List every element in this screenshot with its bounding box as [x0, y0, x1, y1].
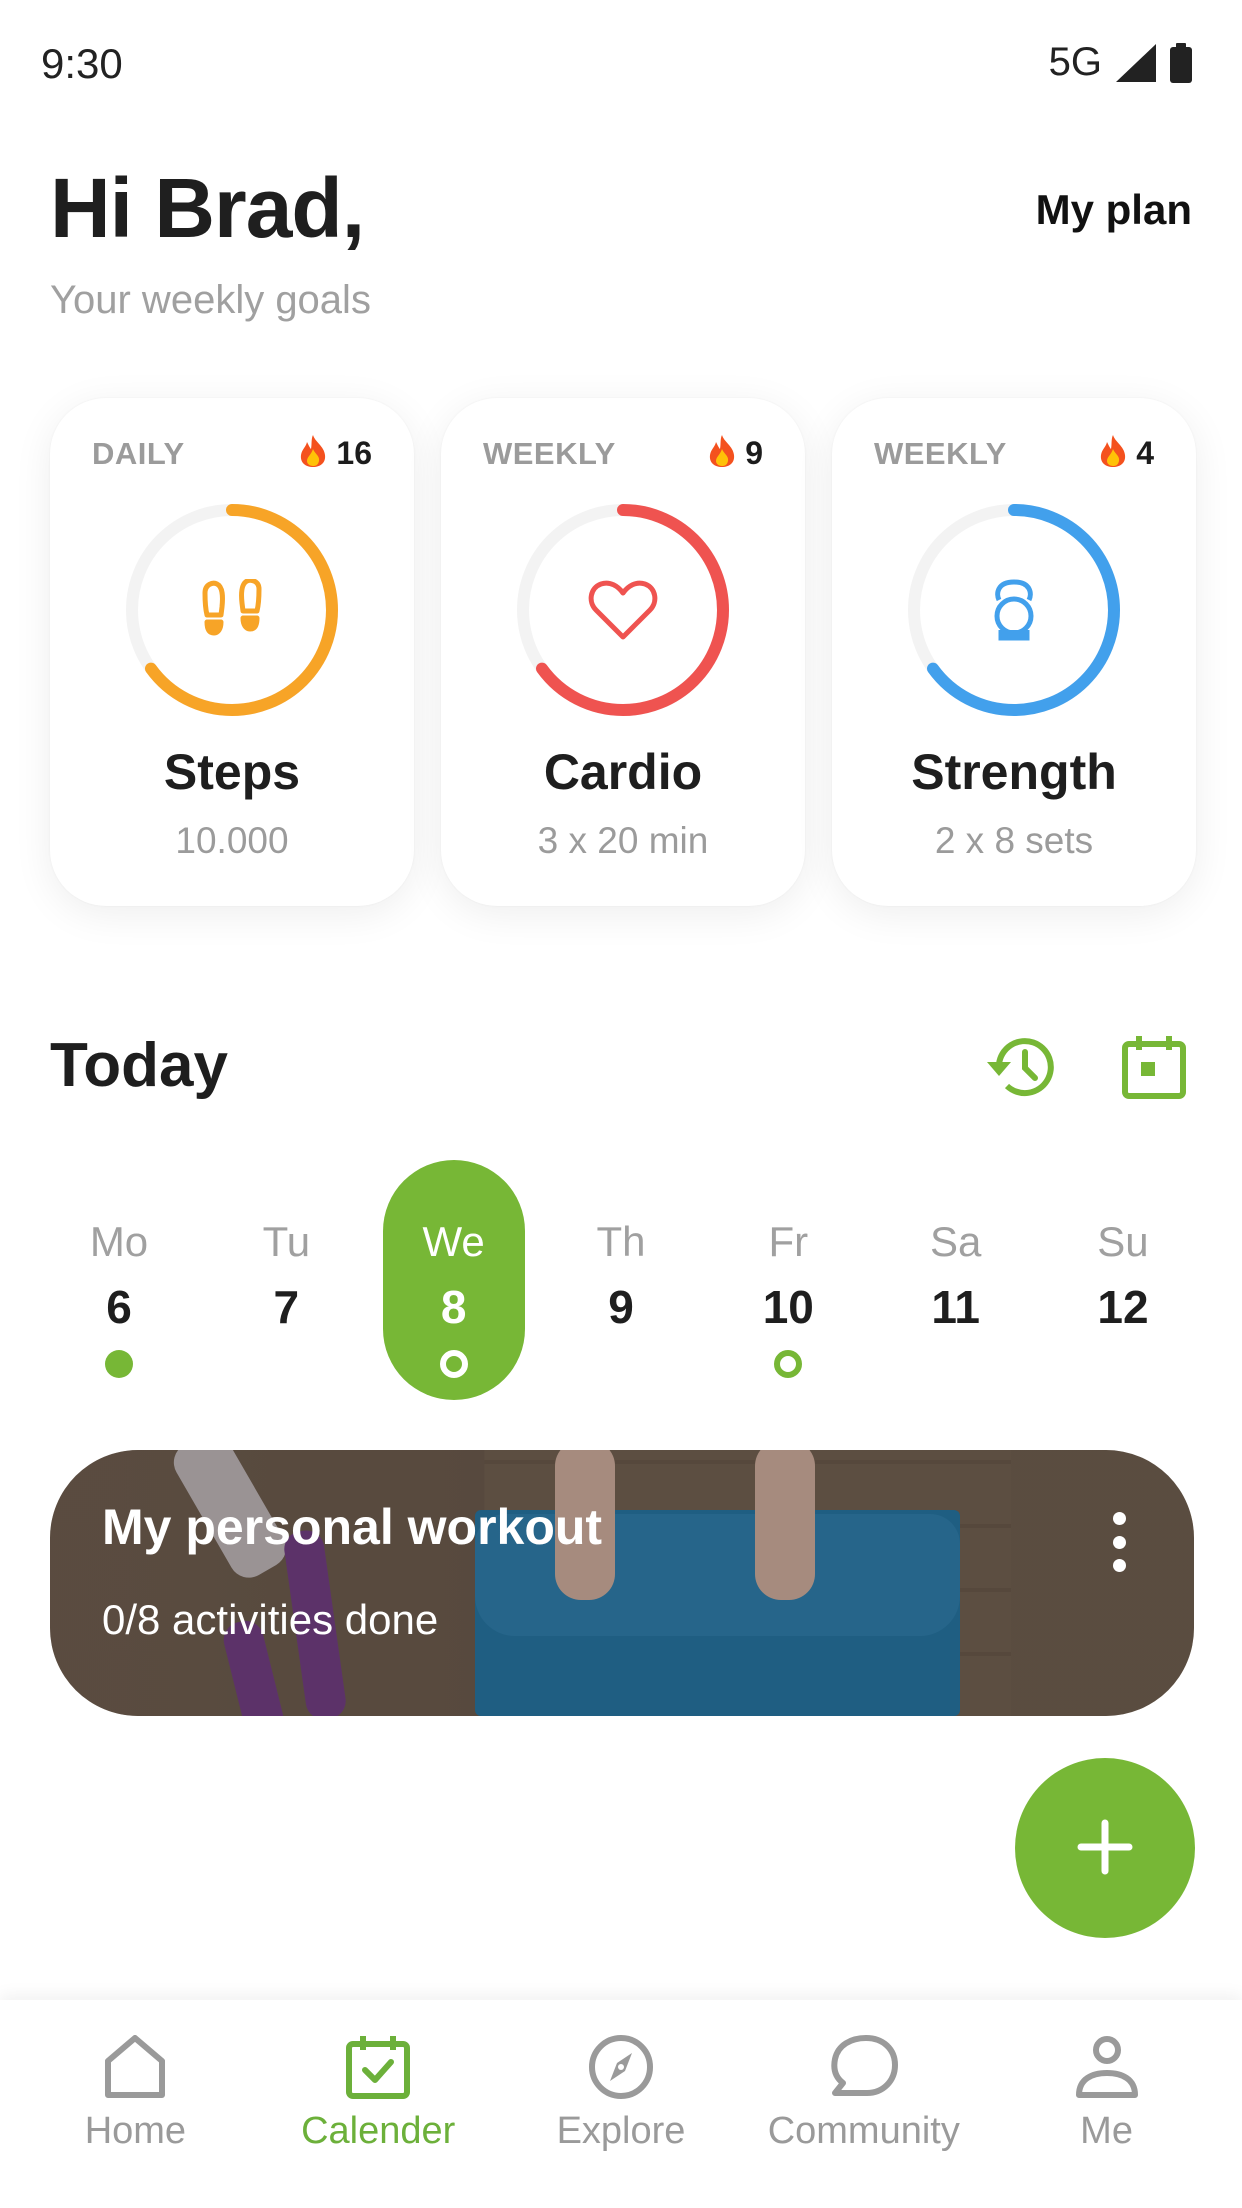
workout-card[interactable]: My personal workout 0/8 activities done: [50, 1450, 1194, 1716]
person-icon: [1069, 2032, 1145, 2102]
nav-label: Me: [1080, 2110, 1133, 2152]
goal-period: WEEKLY: [483, 436, 616, 471]
day-name: Fr: [768, 1218, 809, 1265]
day-mo[interactable]: Mo 6: [48, 1160, 190, 1400]
day-number: 6: [106, 1281, 132, 1333]
nav-label: Explore: [556, 2110, 686, 2152]
goal-card-steps[interactable]: DAILY 16 Steps 10.000: [50, 398, 414, 906]
status-indicators: 5G: [1049, 40, 1192, 85]
activity-done-dot: [105, 1350, 133, 1378]
plus-icon: [1077, 1819, 1133, 1878]
day-name: Sa: [929, 1218, 982, 1265]
history-button[interactable]: [982, 1030, 1058, 1106]
home-icon: [97, 2032, 173, 2102]
status-time: 9:30: [41, 40, 123, 87]
today-actions: [982, 1030, 1192, 1106]
day-su[interactable]: Su 12: [1052, 1160, 1194, 1400]
goal-target: 3 x 20 min: [537, 820, 709, 861]
chat-bubble-icon: [826, 2032, 902, 2102]
goal-name: Steps: [163, 744, 301, 800]
day-number: 7: [273, 1281, 300, 1333]
greeting-subtitle: Your weekly goals: [50, 278, 371, 322]
image-overlay: [50, 1450, 1194, 1716]
day-name: Tu: [262, 1218, 311, 1265]
day-number: 10: [762, 1281, 814, 1333]
heart-icon: [573, 560, 673, 660]
day-we-selected[interactable]: We 8: [382, 1160, 525, 1400]
streak-count: 4: [1136, 435, 1154, 471]
activity-planned-dot: [774, 1350, 803, 1378]
kettlebell-icon: [964, 560, 1064, 660]
more-options-button[interactable]: [1104, 1512, 1134, 1572]
goal-card-strength[interactable]: WEEKLY 4 Strength 2 x 8 sets: [832, 398, 1196, 906]
goal-name: Strength: [911, 744, 1117, 800]
greeting-title: Hi Brad,: [50, 161, 365, 255]
workout-title: My personal workout: [102, 1499, 603, 1555]
calendar-icon: [1121, 1034, 1187, 1103]
day-name: Mo: [89, 1218, 149, 1265]
goal-target: 2 x 8 sets: [934, 820, 1094, 861]
streak-count: 9: [745, 435, 763, 471]
week-strip: Mo 6 Tu 7 We 8 Th 9 Fr 10 Sa 11 Su 12: [48, 1160, 1194, 1400]
day-number: 8: [440, 1281, 467, 1333]
activity-planned-dot: [439, 1350, 468, 1378]
history-icon: [983, 1034, 1057, 1103]
day-name: Th: [596, 1218, 646, 1265]
fire-icon: [298, 434, 328, 473]
streak-count: 16: [336, 435, 372, 471]
day-th[interactable]: Th 9: [550, 1160, 692, 1400]
nav-calender[interactable]: Calender: [268, 2000, 488, 2208]
day-name: Su: [1097, 1218, 1149, 1265]
day-sa[interactable]: Sa 11: [885, 1160, 1027, 1400]
nav-community[interactable]: Community: [754, 2000, 974, 2208]
calendar-button[interactable]: [1116, 1030, 1192, 1106]
day-number: 12: [1097, 1281, 1149, 1333]
goal-streak: 9: [707, 434, 763, 473]
day-number: 9: [608, 1281, 634, 1333]
day-fr[interactable]: Fr 10: [717, 1160, 859, 1400]
battery-icon: [1170, 42, 1192, 83]
goal-name: Cardio: [543, 744, 703, 800]
more-vert-icon-dot: [1112, 1535, 1126, 1549]
day-tu[interactable]: Tu 7: [215, 1160, 357, 1400]
goal-period: DAILY: [92, 436, 185, 471]
goal-period: WEEKLY: [874, 436, 1007, 471]
day-number: 11: [931, 1281, 980, 1333]
nav-label: Calender: [301, 2110, 456, 2152]
compass-icon: [583, 2032, 659, 2102]
footprints-icon: [182, 560, 282, 660]
add-button[interactable]: [1015, 1758, 1195, 1938]
status-bar: 9:30 5G: [0, 0, 1242, 130]
signal-icon: [1116, 43, 1156, 82]
calendar-check-icon: [340, 2032, 416, 2102]
more-vert-icon-dot: [1112, 1559, 1126, 1572]
bottom-nav: Home Calender Explore Community Me: [0, 2000, 1242, 2208]
goal-streak: 16: [298, 434, 372, 473]
goal-card-cardio[interactable]: WEEKLY 9 Cardio 3 x 20 min: [441, 398, 805, 906]
goal-streak: 4: [1098, 434, 1154, 473]
goal-target: 10.000: [175, 820, 289, 861]
my-plan-button[interactable]: My plan: [1036, 186, 1192, 234]
goal-cards: DAILY 16 Steps 10.000 WEEKLY 9 Cardio 3 …: [50, 398, 1196, 906]
nav-label: Community: [767, 2110, 960, 2152]
fire-icon: [707, 434, 737, 473]
nav-explore[interactable]: Explore: [511, 2000, 731, 2208]
nav-me[interactable]: Me: [997, 2000, 1217, 2208]
nav-label: Home: [84, 2110, 187, 2152]
more-vert-icon-dot: [1112, 1512, 1126, 1525]
day-name: We: [422, 1218, 485, 1265]
today-title: Today: [50, 1031, 228, 1100]
nav-home[interactable]: Home: [25, 2000, 245, 2208]
network-type: 5G: [1048, 40, 1102, 84]
workout-progress: 0/8 activities done: [102, 1596, 439, 1643]
fire-icon: [1098, 434, 1128, 473]
